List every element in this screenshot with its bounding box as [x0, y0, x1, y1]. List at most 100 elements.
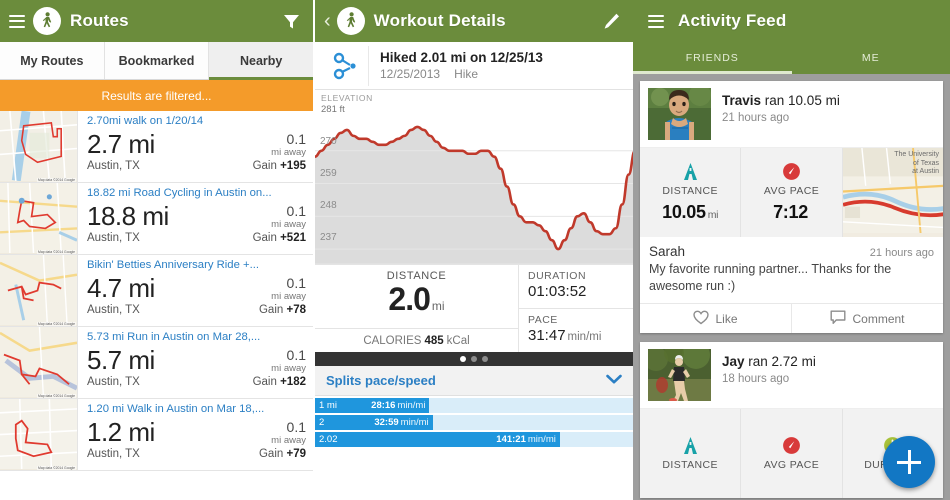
distance-stat-block: DISTANCE 2.0 mi CALORIES 485 kCal	[315, 265, 519, 352]
page-title: Routes	[70, 11, 129, 30]
route-title[interactable]: 18.82 mi Road Cycling in Austin on...	[87, 186, 306, 201]
route-details: 1.20 mi Walk in Austin on Mar 18,... 1.2…	[78, 399, 313, 470]
page-indicator[interactable]	[315, 352, 633, 366]
map-attribution: Map data ©2014 Google	[37, 394, 76, 398]
tab-friends[interactable]: FRIENDS	[633, 42, 792, 74]
filter-funnel-icon[interactable]	[278, 8, 304, 34]
route-distance-value: 4.7	[87, 273, 122, 303]
hamburger-icon[interactable]	[648, 14, 664, 28]
comment-author[interactable]: Sarah	[649, 244, 685, 259]
duration-stat: DURATION 01:03:52	[519, 265, 633, 308]
calories-stat: CALORIES 485 kCal	[315, 328, 518, 352]
feed-card-actions: Like Comment	[640, 303, 943, 333]
distance-road-icon	[681, 436, 700, 455]
route-title[interactable]: 5.73 mi Run in Austin on Mar 28,...	[87, 330, 306, 345]
split-unit: min/mi	[400, 417, 429, 428]
feed-card-text: Travis ran 10.05 mi 21 hours ago	[711, 88, 840, 126]
calories-label: CALORIES	[363, 334, 422, 347]
route-list-item[interactable]: Map data ©2014 Google 18.82 mi Road Cycl…	[0, 183, 313, 255]
route-title[interactable]: 2.70mi walk on 1/20/14	[87, 114, 306, 129]
comment-button[interactable]: Comment	[792, 304, 943, 333]
feed-card-header: Travis ran 10.05 mi 21 hours ago	[640, 81, 943, 147]
route-distance-value: 5.7	[87, 345, 122, 375]
split-row[interactable]: 2.02 141:21 min/mi	[315, 432, 633, 447]
routes-list[interactable]: Map data ©2014 Google 2.70mi walk on 1/2…	[0, 111, 313, 500]
split-value: 32:59 min/mi	[374, 417, 432, 428]
metric-distance: DISTANCE 10.05 mi	[640, 148, 742, 237]
elevation-value: 281 ft	[321, 104, 345, 115]
route-location: Austin, TX	[87, 376, 140, 388]
split-row[interactable]: 2 32:59 min/mi	[315, 415, 633, 430]
tab-label: FRIENDS	[685, 52, 739, 64]
route-distance-unit: mi	[128, 273, 155, 303]
route-title[interactable]: Bikin' Betties Anniversary Ride +...	[87, 258, 306, 273]
away-value: 0.1	[286, 347, 306, 363]
map-label: The University of Texas at Austin	[894, 151, 939, 177]
pace-caption: PACE	[528, 314, 558, 326]
workout-stats: DISTANCE 2.0 mi CALORIES 485 kCal DURATION …	[315, 264, 633, 352]
y-tick-label: 259	[320, 168, 337, 179]
feed-action: ran 10.05 mi	[761, 93, 840, 108]
route-title[interactable]: 1.20 mi Walk in Austin on Mar 18,...	[87, 402, 306, 417]
runner-photo-avatar[interactable]	[648, 88, 711, 140]
tab-nearby[interactable]: Nearby	[209, 42, 313, 80]
route-distance-away: 0.1 mi away	[271, 420, 306, 447]
tab-bookmarked[interactable]: Bookmarked	[104, 42, 210, 79]
filter-banner[interactable]: Results are filtered...	[0, 80, 313, 111]
route-map-thumbnail: Map data ©2014 Google	[0, 327, 78, 398]
map-attribution: Map data ©2014 Google	[37, 322, 76, 326]
like-button[interactable]: Like	[640, 304, 792, 333]
distance-stat: DISTANCE 2.0 mi	[315, 265, 518, 328]
route-map-thumbnail: Map data ©2014 Google	[0, 255, 78, 326]
comment-timestamp: 21 hours ago	[869, 247, 934, 259]
route-distance-row: 18.8 mi 0.1 mi away	[87, 201, 306, 231]
pace-stat: PACE 31:47 min/mi	[519, 308, 633, 352]
feed-user-name[interactable]: Jay	[722, 354, 745, 369]
route-list-item[interactable]: Map data ©2014 Google 2.70mi walk on 1/2…	[0, 111, 313, 183]
feed-user-name[interactable]: Travis	[722, 93, 761, 108]
feed-card-text: Jay ran 2.72 mi 18 hours ago	[711, 349, 816, 387]
pace-speedometer-icon	[782, 162, 801, 181]
chevron-left-icon[interactable]: ‹	[324, 11, 331, 31]
pencil-icon[interactable]	[598, 8, 624, 34]
away-value: 0.1	[286, 275, 306, 291]
tab-my-routes[interactable]: My Routes	[0, 42, 105, 79]
route-gain: Gain +195	[253, 160, 306, 172]
hamburger-icon[interactable]	[9, 14, 25, 28]
route-location: Austin, TX	[87, 232, 140, 244]
route-details: Bikin' Betties Anniversary Ride +... 4.7…	[78, 255, 313, 326]
like-label: Like	[715, 311, 738, 326]
page-dot-active[interactable]	[460, 356, 466, 362]
map-attribution: Map data ©2014 Google	[37, 178, 76, 182]
away-label: mi away	[271, 435, 306, 446]
page-dot[interactable]	[482, 356, 488, 362]
route-footer: Austin, TX Gain +195	[87, 160, 306, 172]
gain-value: +78	[286, 304, 306, 316]
add-activity-fab[interactable]	[883, 436, 935, 488]
feed-card[interactable]: Travis ran 10.05 mi 21 hours ago DISTANC…	[640, 81, 943, 333]
route-list-item[interactable]: Map data ©2014 Google 1.20 mi Walk in Au…	[0, 399, 313, 471]
route-footer: Austin, TX Gain +79	[87, 448, 306, 460]
workout-summary-header[interactable]: Hiked 2.01 mi on 12/25/13 12/25/2013 Hike	[315, 42, 633, 90]
elevation-plot	[315, 118, 633, 264]
route-list-item[interactable]: Map data ©2014 Google 5.73 mi Run in Aus…	[0, 327, 313, 399]
route-distance-unit: mi	[128, 129, 155, 159]
distance-unit: mi	[431, 299, 445, 313]
route-gain: Gain +78	[259, 304, 306, 316]
split-row[interactable]: 1 mi 28:16 min/mi	[315, 398, 633, 413]
route-list-item[interactable]: Map data ©2014 Google Bikin' Betties Ann…	[0, 255, 313, 327]
heart-icon	[693, 310, 710, 328]
workout-appbar: ‹ Workout Details	[315, 0, 633, 42]
metric-caption: DISTANCE	[662, 185, 718, 197]
feed-tabs: FRIENDS ME	[633, 42, 950, 74]
tab-me[interactable]: ME	[792, 42, 950, 74]
trail-runner-photo-avatar[interactable]	[648, 349, 711, 401]
filter-banner-text: Results are filtered...	[101, 88, 212, 103]
route-distance-value: 18.8	[87, 201, 136, 231]
splits-header[interactable]: Splits pace/speed	[315, 366, 633, 396]
gain-value: +521	[280, 232, 306, 244]
route-details: 5.73 mi Run in Austin on Mar 28,... 5.7 …	[78, 327, 313, 398]
chevron-down-icon[interactable]	[606, 372, 622, 390]
feed-route-map[interactable]: The University of Texas at Austin	[842, 148, 943, 237]
page-dot[interactable]	[471, 356, 477, 362]
